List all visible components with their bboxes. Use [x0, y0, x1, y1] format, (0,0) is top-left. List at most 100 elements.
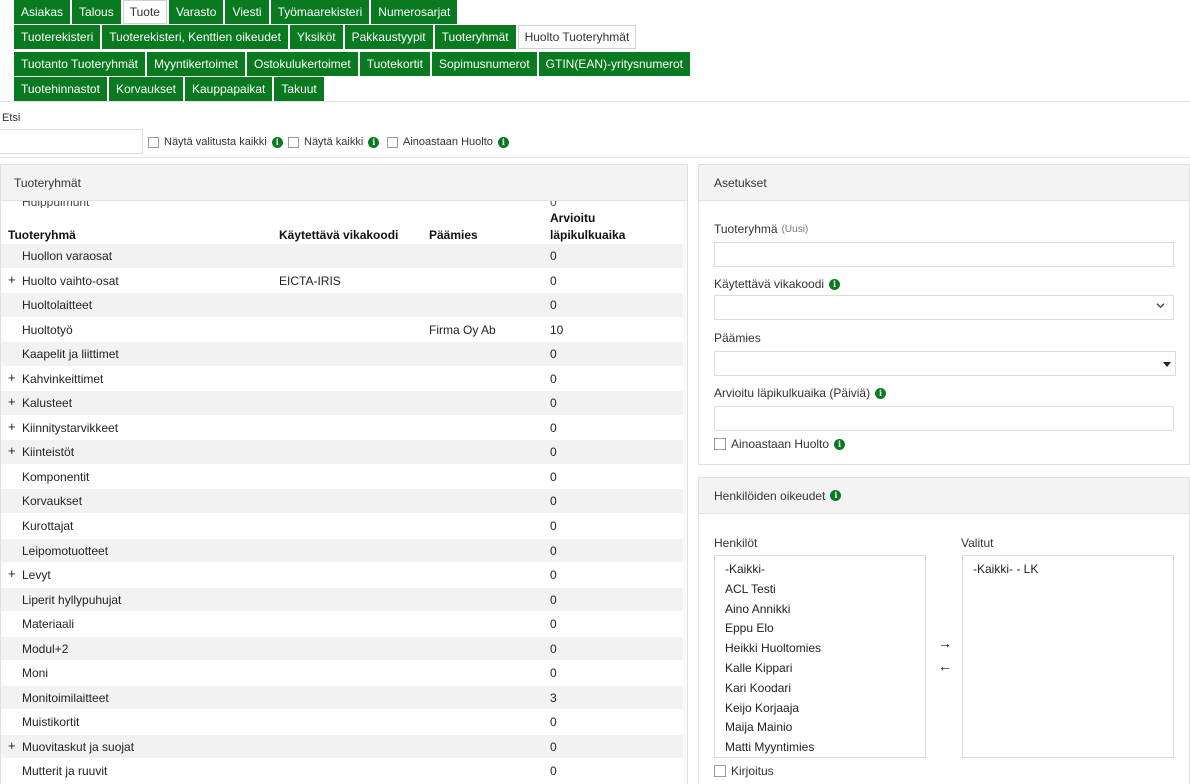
group-name-cell: Huoltolaitteet — [22, 298, 93, 313]
add-arrow-button[interactable]: → — [937, 635, 953, 651]
table-row[interactable]: + Kalusteet 0 — [1, 391, 687, 416]
expand-icon[interactable]: + — [8, 566, 16, 581]
tab-tuoterekisteri-kenttien-oikeudet[interactable]: Tuoterekisteri, Kenttien oikeudet — [102, 25, 288, 49]
expand-icon[interactable]: + — [8, 394, 16, 409]
lead-time-input[interactable] — [714, 406, 1174, 431]
expand-icon[interactable]: + — [8, 370, 16, 385]
settings-only-service-checkbox[interactable] — [714, 438, 726, 450]
tab-talous[interactable]: Talous — [72, 0, 121, 24]
table-row[interactable]: Huollon varaosat 0 — [1, 244, 687, 269]
table-row[interactable]: Komponentit 0 — [1, 464, 687, 490]
table-row[interactable]: Kurottajat 0 — [1, 514, 687, 539]
settings-only-service[interactable]: Ainoastaan Huolto i — [714, 437, 846, 451]
selected-listbox[interactable]: -Kaikki- - LK — [962, 555, 1174, 758]
person-option[interactable]: Keijo Korjaaja — [715, 699, 925, 719]
only-service-checkbox[interactable] — [387, 136, 398, 148]
search-input[interactable] — [0, 129, 143, 154]
person-option[interactable]: Kalle Kippari — [715, 659, 925, 679]
table-row[interactable]: Liperit hyllypuhujat 0 — [1, 587, 687, 613]
person-option[interactable]: Heikki Huoltomies — [715, 639, 925, 659]
group-name-cell: Kaapelit ja liittimet — [22, 347, 119, 362]
tab-tuote[interactable]: Tuote — [122, 0, 167, 24]
people-listbox[interactable]: -Kaikki- ACL Testi Aino Annikki Eppu Elo Hei… — [714, 555, 926, 758]
tab-kauppapaikat[interactable]: Kauppapaikat — [184, 77, 273, 101]
tab-yksiköt[interactable]: Yksiköt — [289, 25, 343, 49]
table-row[interactable]: Monitoimilaitteet 3 — [1, 685, 687, 711]
tab-myyntikertoimet[interactable]: Myyntikertoimet — [146, 52, 245, 76]
person-option[interactable]: ACL Testi — [715, 580, 925, 600]
col-header-lead-time-line1[interactable]: Arvioitu — [550, 211, 595, 225]
info-icon[interactable]: i — [368, 136, 380, 148]
principal-select[interactable] — [714, 351, 1176, 376]
tab-pakkaustyypit[interactable]: Pakkaustyypit — [344, 25, 433, 49]
scrollbar[interactable] — [683, 201, 687, 784]
show-all-checkbox[interactable] — [288, 136, 299, 148]
tab-asiakas[interactable]: Asiakas — [14, 0, 71, 24]
tab-korvaukset[interactable]: Korvaukset — [108, 77, 183, 101]
table-row[interactable]: + Huolto vaihto-osat EICTA-IRIS 0 — [1, 268, 687, 294]
expand-icon[interactable]: + — [8, 443, 16, 458]
table-row[interactable]: Leipomotuotteet 0 — [1, 538, 687, 564]
tab-viesti[interactable]: Viesti — [225, 0, 269, 24]
person-option[interactable]: Matti Myyntimies — [715, 738, 925, 758]
person-option[interactable]: Kari Koodari — [715, 679, 925, 699]
table-row[interactable]: Huoltotyö Firma Oy Ab 10 — [1, 317, 687, 343]
table-row[interactable]: Materiaali 0 — [1, 612, 687, 637]
col-header-lead-time-line2[interactable]: läpikulkuaika — [550, 228, 625, 242]
product-groups-panel: Tuoteryhmät Huippuimurit 0 Tuoteryhmä Kä… — [0, 164, 688, 784]
lead-time-cell: 0 — [550, 764, 557, 779]
only-service-option[interactable]: Ainoastaan Huolto i — [387, 136, 509, 148]
expand-icon[interactable]: + — [8, 419, 16, 434]
tab-tuoterekisteri[interactable]: Tuoterekisteri — [14, 25, 101, 49]
tab-gtin-ean-yritysnumerot[interactable]: GTIN(EAN)-yritysnumerot — [538, 52, 690, 76]
table-row[interactable]: + Muovitaskut ja suojat 0 — [1, 734, 687, 760]
table-row[interactable]: Modul+2 0 — [1, 636, 687, 662]
person-option[interactable]: Aino Annikki — [715, 600, 925, 620]
show-all-option[interactable]: Näytä kaikki i — [288, 136, 380, 148]
sub-nav-row-3: Tuotehinnastot Korvaukset Kauppapaikat Taku… — [14, 77, 326, 101]
info-icon[interactable]: i — [830, 490, 842, 501]
info-icon[interactable]: i — [497, 136, 509, 148]
tab-sopimusnumerot[interactable]: Sopimusnumerot — [431, 52, 537, 76]
fault-code-select[interactable] — [714, 295, 1174, 320]
tab-varasto[interactable]: Varasto — [168, 0, 224, 24]
tab-takuut[interactable]: Takuut — [274, 77, 324, 101]
table-row[interactable]: Muistikortit 0 — [1, 710, 687, 735]
table-row[interactable]: Mutterit ja ruuvit 0 — [1, 759, 687, 784]
remove-arrow-button[interactable]: ← — [937, 658, 953, 674]
group-name-input[interactable] — [714, 242, 1174, 267]
tab-tuoteryhmät[interactable]: Tuoteryhmät — [434, 25, 516, 49]
person-option[interactable]: Eppu Elo — [715, 619, 925, 639]
table-row[interactable]: + Kahvinkeittimet 0 — [1, 366, 687, 392]
person-option[interactable]: -Kaikki- — [715, 560, 925, 580]
table-row[interactable]: Huoltolaitteet 0 — [1, 293, 687, 318]
table-row[interactable]: Moni 0 — [1, 661, 687, 686]
tab-huolto-tuoteryhmät[interactable]: Huolto Tuoteryhmät — [517, 25, 637, 49]
tab-tuotehinnastot[interactable]: Tuotehinnastot — [14, 77, 107, 101]
tab-tuotanto-tuoteryhmät[interactable]: Tuotanto Tuoteryhmät — [14, 52, 145, 76]
write-right[interactable]: Kirjoitus — [714, 764, 774, 778]
table-row[interactable]: + Kiinnitystarvikkeet 0 — [1, 415, 687, 441]
col-header-principal[interactable]: Päämies — [429, 228, 478, 242]
col-header-group[interactable]: Tuoteryhmä — [8, 228, 76, 242]
show-selected-all-option[interactable]: Näytä valitusta kaikki i — [148, 136, 283, 148]
person-option[interactable]: Maija Mainio — [715, 718, 925, 738]
tab-ostokulukertoimet[interactable]: Ostokulukertoimet — [246, 52, 358, 76]
info-icon[interactable]: i — [875, 387, 887, 399]
show-selected-all-checkbox[interactable] — [148, 136, 159, 148]
tab-numerosarjat[interactable]: Numerosarjat — [371, 0, 458, 24]
info-icon[interactable]: i — [271, 136, 283, 148]
selected-person-option[interactable]: -Kaikki- - LK — [963, 560, 1173, 580]
table-row[interactable]: Kaapelit ja liittimet 0 — [1, 342, 687, 367]
table-row[interactable]: + Kiinteistöt 0 — [1, 440, 687, 465]
write-right-checkbox[interactable] — [714, 765, 726, 777]
info-icon[interactable]: i — [834, 438, 846, 450]
info-icon[interactable]: i — [829, 278, 841, 290]
tab-työmaarekisteri[interactable]: Työmaarekisteri — [270, 0, 370, 24]
table-row[interactable]: + Levyt 0 — [1, 563, 687, 588]
expand-icon[interactable]: + — [8, 272, 16, 287]
expand-icon[interactable]: + — [8, 738, 16, 753]
table-row[interactable]: Korvaukset 0 — [1, 489, 687, 515]
tab-tuotekortit[interactable]: Tuotekortit — [359, 52, 430, 76]
col-header-fault-code[interactable]: Käytettävä vikakoodi — [279, 228, 398, 242]
